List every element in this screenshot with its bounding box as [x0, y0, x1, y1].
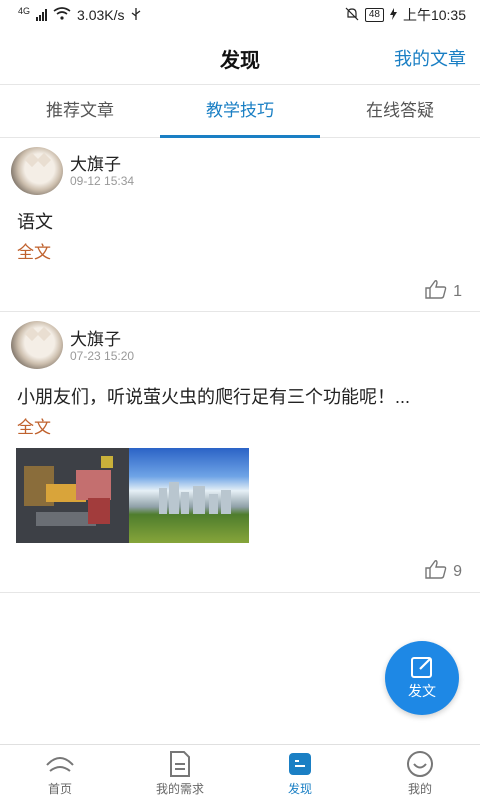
- author-name: 大旗子: [70, 155, 121, 174]
- nav-my-requests[interactable]: 我的需求: [120, 745, 240, 800]
- status-bar: 4G 3.03K/s 48 上午10:35: [0, 0, 480, 30]
- clock: 上午10:35: [402, 7, 466, 23]
- usb-icon: [131, 7, 141, 24]
- post-card[interactable]: 大旗子 07-23 15:20 小朋友们，听说萤火虫的爬行足有三个功能呢！...…: [0, 313, 480, 593]
- battery-indicator: 48: [364, 8, 384, 22]
- nav-me-label: 我的: [407, 782, 432, 796]
- my-articles-button[interactable]: 我的文章: [394, 45, 466, 71]
- avatar[interactable]: [11, 147, 63, 195]
- status-left: 4G 3.03K/s: [18, 6, 141, 24]
- wifi-icon: [53, 7, 71, 23]
- tab-recommended[interactable]: 推荐文章: [0, 86, 160, 137]
- thumbs-up-icon: [425, 559, 447, 584]
- smile-icon: [360, 750, 480, 778]
- bottom-nav: 首页 我的需求 发现 我的: [0, 744, 480, 800]
- like-button[interactable]: 9: [425, 559, 462, 584]
- post-article-label: 发文: [408, 683, 436, 699]
- like-count: 1: [453, 282, 462, 300]
- nav-discover-label: 发现: [287, 782, 312, 796]
- post-article-button[interactable]: 发文: [385, 641, 459, 715]
- post-content: 小朋友们，听说萤火虫的爬行足有三个功能呢！...: [17, 387, 411, 407]
- post-content: 语文: [17, 212, 53, 232]
- post-time: 07-23 15:20: [70, 349, 135, 363]
- post-card[interactable]: 大旗子 09-12 15:34 语文 全文 1: [0, 138, 480, 312]
- charging-icon: [389, 7, 397, 23]
- document-icon: [120, 750, 240, 778]
- post-image[interactable]: [16, 448, 129, 543]
- nav-home-label: 首页: [47, 782, 72, 796]
- like-count: 9: [453, 562, 462, 580]
- nav-my-requests-label: 我的需求: [155, 782, 204, 796]
- full-text-link[interactable]: 全文: [17, 413, 51, 438]
- like-button[interactable]: 1: [425, 279, 462, 304]
- nav-home[interactable]: 首页: [0, 745, 120, 800]
- nav-discover[interactable]: 发现: [240, 745, 360, 800]
- status-right: 48 上午10:35: [345, 5, 466, 25]
- signal-icon: [36, 9, 48, 21]
- tab-teaching-tips[interactable]: 教学技巧: [160, 86, 320, 138]
- thumbs-up-icon: [425, 279, 447, 304]
- edit-icon: [410, 655, 434, 684]
- discover-icon: [240, 750, 360, 778]
- post-images: [16, 448, 249, 543]
- tab-online-qa[interactable]: 在线答疑: [320, 86, 480, 137]
- network-speed: 3.03K/s: [77, 7, 125, 23]
- avatar[interactable]: [11, 321, 63, 369]
- nav-me[interactable]: 我的: [360, 745, 480, 800]
- nav-bar: 发现 我的文章: [0, 30, 480, 85]
- full-text-link[interactable]: 全文: [17, 238, 51, 263]
- mute-icon: [345, 7, 359, 24]
- category-tabs: 推荐文章 教学技巧 在线答疑: [0, 86, 480, 138]
- author-name: 大旗子: [70, 330, 121, 349]
- home-icon: [0, 750, 120, 778]
- network-type: 4G: [18, 6, 31, 16]
- post-image[interactable]: [129, 448, 249, 543]
- post-time: 09-12 15:34: [70, 174, 135, 188]
